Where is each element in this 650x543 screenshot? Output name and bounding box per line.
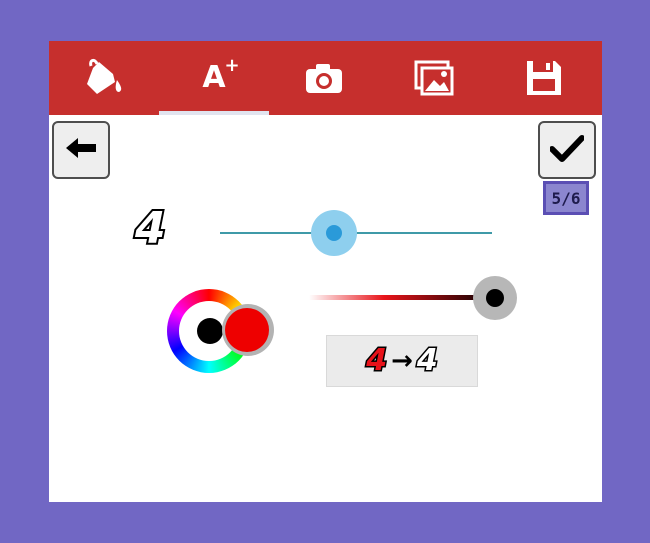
- page-indicator: 5/6: [543, 181, 589, 215]
- page-indicator-text: 5/6: [551, 188, 581, 208]
- secondary-color-swatch[interactable]: [225, 308, 269, 352]
- color-preview-box[interactable]: 4 → 4: [326, 335, 478, 387]
- active-tab-indicator: [159, 111, 269, 115]
- text-size-letter: A: [202, 60, 226, 95]
- primary-color-swatch[interactable]: [197, 318, 223, 344]
- text-size-plus: +: [224, 55, 240, 76]
- preview-from-glyph: 4: [365, 343, 389, 378]
- preview-arrow-icon: →: [391, 346, 413, 376]
- tab-text[interactable]: A +: [159, 41, 269, 115]
- tab-camera[interactable]: [269, 41, 379, 115]
- font-size-preview: 4: [133, 203, 168, 254]
- arrow-left-icon: [65, 137, 97, 164]
- tab-fill[interactable]: [49, 41, 159, 115]
- image-gallery-icon: [414, 60, 454, 96]
- color-gradient-slider-thumb[interactable]: [486, 289, 504, 307]
- save-icon: [525, 59, 563, 97]
- preview-to-glyph: 4: [415, 343, 439, 378]
- camera-icon: [304, 62, 344, 94]
- top-toolbar: A +: [49, 41, 602, 115]
- paint-bucket-icon: [83, 58, 125, 98]
- tab-gallery[interactable]: [379, 41, 489, 115]
- confirm-button[interactable]: [538, 121, 596, 179]
- color-gradient-slider-track[interactable]: [309, 295, 497, 300]
- editor-panel: A + 5/6 4 4 → 4: [49, 41, 602, 502]
- checkmark-icon: [549, 134, 585, 167]
- font-size-slider-thumb[interactable]: [326, 225, 342, 241]
- back-button[interactable]: [52, 121, 110, 179]
- tab-save[interactable]: [489, 41, 599, 115]
- text-size-icon: A +: [202, 57, 239, 95]
